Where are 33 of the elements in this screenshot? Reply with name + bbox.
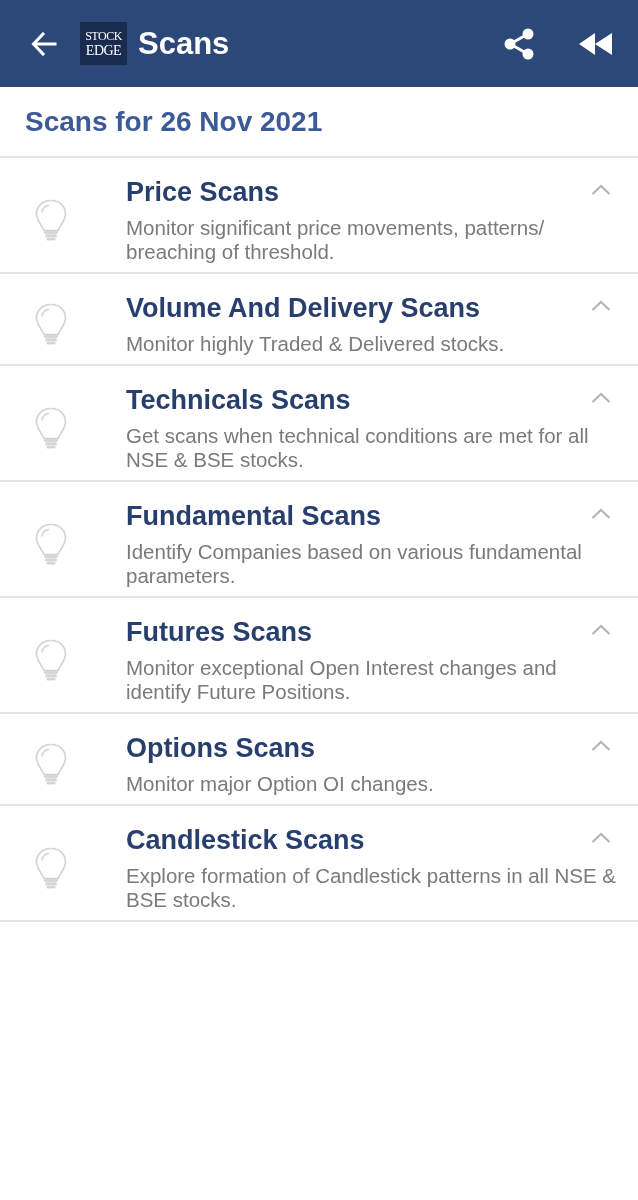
scan-category-description: Monitor major Option OI changes. [126,772,435,796]
chevron-up-icon[interactable] [591,392,611,403]
scan-category-description: Get scans when technical conditions are met for all NSE & BSE stocks. [126,424,590,472]
scan-category-description: Identify Companies based on various fundamental parameters. [126,540,583,588]
scan-category-description: Monitor significant price movements, patterns/ breaching of threshold. [126,216,546,264]
lightbulb-icon [35,522,67,565]
scan-category-title: Technicals Scans [126,384,351,417]
chevron-up-icon[interactable] [591,508,611,519]
lightbulb-icon [35,302,67,345]
scan-category-description: Monitor exceptional Open Interest changes and identify Future Positions. [126,656,558,704]
scan-category-title: Fundamental Scans [126,500,382,533]
lightbulb-icon [35,198,67,241]
lightbulb-icon [35,638,67,681]
chevron-up-icon[interactable] [591,300,611,311]
chevron-up-icon[interactable] [591,832,611,843]
scan-category-title: Volume And Delivery Scans [126,292,481,325]
chevron-up-icon[interactable] [591,624,611,635]
lightbulb-icon [35,846,67,889]
scan-category-description: Explore formation of Candlestick patterns in all NSE & BSE stocks. [126,864,617,912]
logo-text: STOCK [85,29,122,43]
date-heading: Scans for 26 Nov 2021 [25,105,323,138]
scan-category-title: Price Scans [126,176,280,209]
scan-category-title: Options Scans [126,732,316,765]
lightbulb-icon [35,406,67,449]
rewind-icon[interactable] [578,32,612,55]
chevron-up-icon[interactable] [591,740,611,751]
scan-category-title: Candlestick Scans [126,824,365,857]
logo-text: EDGE [85,42,122,58]
scan-category-description: Monitor highly Traded & Delivered stocks. [126,332,506,356]
scan-category-title: Futures Scans [126,616,313,649]
page-title: Scans [138,24,230,63]
chevron-up-icon[interactable] [591,184,611,195]
lightbulb-icon [35,742,67,785]
